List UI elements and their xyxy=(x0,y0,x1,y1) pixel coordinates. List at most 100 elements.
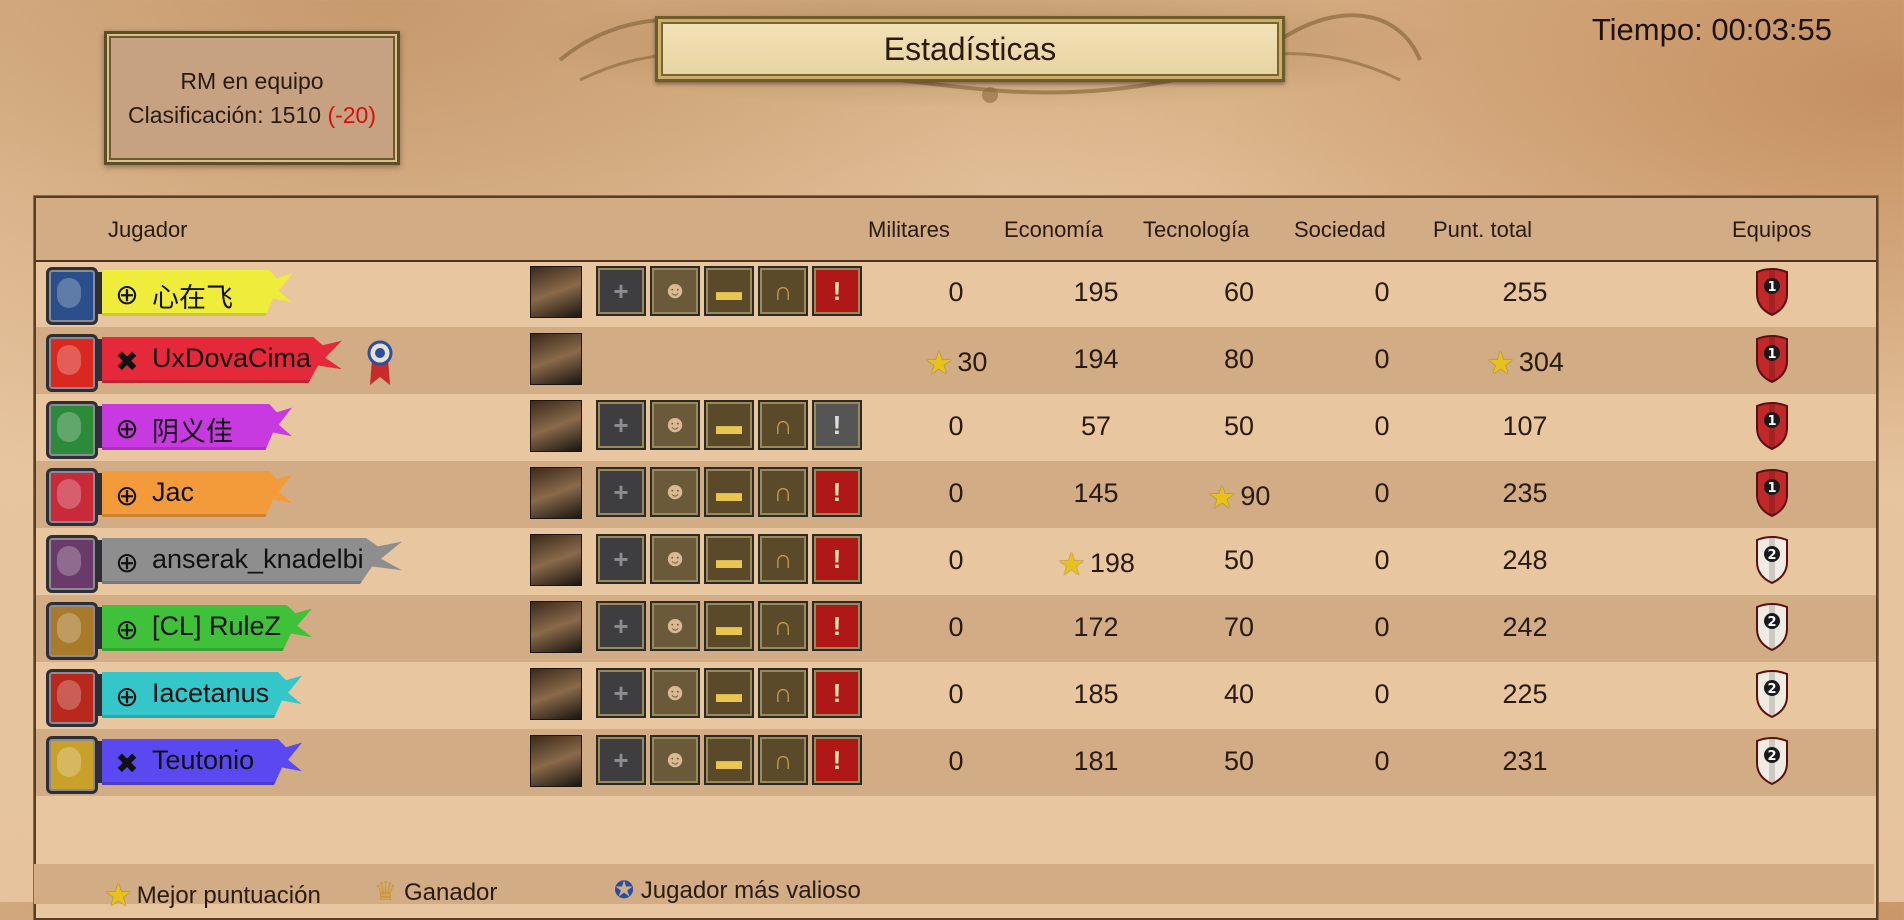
legend-mvp: ✪ Jugador más valioso xyxy=(614,876,861,905)
player-name[interactable]: 阴义佳 xyxy=(152,410,233,449)
team-shield-icon: 1 xyxy=(1756,335,1788,383)
add-friend-button[interactable]: + xyxy=(596,266,646,316)
technology-score: 50 xyxy=(1223,746,1255,776)
svg-text:2: 2 xyxy=(1767,615,1776,630)
player-row[interactable]: ✖ UxDovaCima ★ 30 194 80 0 ★ 304 1 xyxy=(36,327,1876,394)
add-friend-button[interactable]: + xyxy=(596,668,646,718)
profile-button[interactable]: ☻ xyxy=(650,400,700,450)
report-button[interactable]: ! xyxy=(812,601,862,651)
economy-score: 194 xyxy=(1073,344,1119,374)
voice-button[interactable]: ∩ xyxy=(758,467,808,517)
military-score: 0 xyxy=(948,545,964,575)
player-row[interactable]: ⊕ 心在飞 + ☻ ▬ ∩ ! 0 195 60 0 255 1 xyxy=(36,260,1876,327)
civ-emblem-icon xyxy=(46,736,98,794)
chat-button[interactable]: ▬ xyxy=(704,266,754,316)
player-actions: + ☻ ▬ ∩ ! xyxy=(596,601,866,651)
player-actions: + ☻ ▬ ∩ ! xyxy=(596,400,866,450)
report-button[interactable]: ! xyxy=(812,735,862,785)
economy-score: 172 xyxy=(1073,612,1119,642)
player-name[interactable]: anserak_knadelbi xyxy=(152,544,364,575)
chat-icon: ▬ xyxy=(716,409,742,440)
profile-button[interactable]: ☻ xyxy=(650,266,700,316)
user-icon: ☻ xyxy=(662,411,688,438)
star-icon: ★ xyxy=(1207,479,1237,515)
player-name[interactable]: UxDovaCima xyxy=(152,343,311,374)
xbox-icon: ✖ xyxy=(115,748,139,779)
add-friend-button[interactable]: + xyxy=(596,534,646,584)
col-technology: Tecnología xyxy=(1143,217,1250,242)
report-button[interactable]: ! xyxy=(812,467,862,517)
military-score: ★ 30 xyxy=(924,345,988,381)
player-row[interactable]: ⊕ [CL] RuleZ + ☻ ▬ ∩ ! 0 172 70 0 242 2 xyxy=(36,595,1876,662)
add-friend-button[interactable]: + xyxy=(596,735,646,785)
legend-bar: ★ Mejor puntuación ♛ Ganador ✪ Jugador má… xyxy=(34,864,1874,913)
profile-button[interactable]: ☻ xyxy=(650,534,700,584)
player-name[interactable]: Jac xyxy=(152,477,194,508)
report-button[interactable]: ! xyxy=(812,266,862,316)
player-portrait[interactable] xyxy=(530,467,582,519)
chat-button[interactable]: ▬ xyxy=(704,601,754,651)
technology-score: 50 xyxy=(1223,411,1255,441)
profile-button[interactable]: ☻ xyxy=(650,735,700,785)
player-row[interactable]: ⊕ anserak_knadelbi + ☻ ▬ ∩ ! 0 ★ 198 50 0 248 … xyxy=(36,528,1876,595)
svg-text:2: 2 xyxy=(1767,749,1776,764)
chat-button[interactable]: ▬ xyxy=(704,735,754,785)
civ-emblem-icon xyxy=(46,267,98,325)
headset-icon: ∩ xyxy=(773,677,793,708)
report-icon: ! xyxy=(832,476,842,507)
player-portrait[interactable] xyxy=(530,534,582,586)
total-score: 235 xyxy=(1502,478,1548,508)
player-portrait[interactable] xyxy=(530,400,582,452)
voice-button[interactable]: ∩ xyxy=(758,266,808,316)
player-row[interactable]: ⊕ Jac + ☻ ▬ ∩ ! 0 145 ★ 90 0 235 1 xyxy=(36,461,1876,528)
add-friend-button[interactable]: + xyxy=(596,467,646,517)
society-score: 0 xyxy=(1374,612,1390,642)
player-name[interactable]: 心在飞 xyxy=(152,276,233,315)
user-icon: ☻ xyxy=(662,746,688,773)
military-score: 0 xyxy=(948,411,964,441)
player-portrait[interactable] xyxy=(530,668,582,720)
voice-button[interactable]: ∩ xyxy=(758,601,808,651)
report-button[interactable]: ! xyxy=(812,400,862,450)
globe-icon: ⊕ xyxy=(115,681,139,712)
player-row[interactable]: ⊕ Iacetanus + ☻ ▬ ∩ ! 0 185 40 0 225 2 xyxy=(36,662,1876,729)
globe-icon: ⊕ xyxy=(115,279,139,310)
player-row[interactable]: ✖ Teutonio + ☻ ▬ ∩ ! 0 181 50 0 231 2 xyxy=(36,729,1876,796)
society-score: 0 xyxy=(1374,344,1390,374)
chat-button[interactable]: ▬ xyxy=(704,400,754,450)
profile-button[interactable]: ☻ xyxy=(650,467,700,517)
player-portrait[interactable] xyxy=(530,266,582,318)
player-name[interactable]: Teutonio xyxy=(152,745,254,776)
legend-mvp-label: Jugador más valioso xyxy=(640,877,861,904)
player-portrait[interactable] xyxy=(530,333,582,385)
voice-button[interactable]: ∩ xyxy=(758,668,808,718)
report-button[interactable]: ! xyxy=(812,534,862,584)
profile-button[interactable]: ☻ xyxy=(650,601,700,651)
player-name[interactable]: Iacetanus xyxy=(152,678,269,709)
voice-button[interactable]: ∩ xyxy=(758,735,808,785)
xbox-icon: ✖ xyxy=(115,346,139,377)
chat-icon: ▬ xyxy=(716,677,742,708)
legend-best: ★ Mejor puntuación xyxy=(104,876,321,914)
technology-score: 40 xyxy=(1223,679,1255,709)
profile-button[interactable]: ☻ xyxy=(650,668,700,718)
player-row[interactable]: ⊕ 阴义佳 + ☻ ▬ ∩ ! 0 57 50 0 107 1 xyxy=(36,394,1876,461)
svg-text:2: 2 xyxy=(1767,548,1776,563)
player-portrait[interactable] xyxy=(530,601,582,653)
add-friend-button[interactable]: + xyxy=(596,601,646,651)
report-button[interactable]: ! xyxy=(812,668,862,718)
total-score: 231 xyxy=(1502,746,1548,776)
headset-icon: ∩ xyxy=(773,744,793,775)
voice-button[interactable]: ∩ xyxy=(758,534,808,584)
economy-score: ★ 198 xyxy=(1057,546,1135,582)
chat-button[interactable]: ▬ xyxy=(704,534,754,584)
economy-score: 181 xyxy=(1073,746,1119,776)
player-name[interactable]: [CL] RuleZ xyxy=(152,611,281,642)
headset-icon: ∩ xyxy=(773,476,793,507)
voice-button[interactable]: ∩ xyxy=(758,400,808,450)
add-friend-button[interactable]: + xyxy=(596,400,646,450)
chat-button[interactable]: ▬ xyxy=(704,467,754,517)
chat-button[interactable]: ▬ xyxy=(704,668,754,718)
headset-icon: ∩ xyxy=(773,610,793,641)
player-portrait[interactable] xyxy=(530,735,582,787)
